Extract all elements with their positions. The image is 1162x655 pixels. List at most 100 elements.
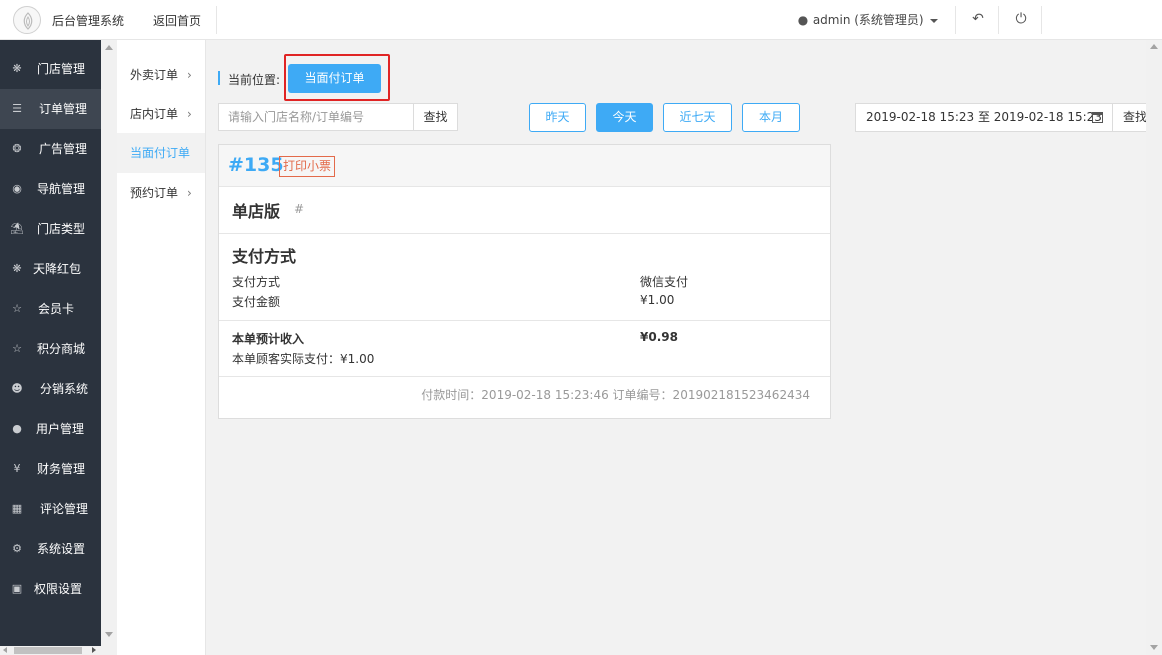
bank-icon: ⛱	[10, 222, 24, 235]
sidebar-item-orders[interactable]: ☰ 订单管理	[0, 89, 101, 129]
stores-icon: ❋	[12, 62, 22, 75]
user-menu[interactable]: ● admin (系统管理员)	[797, 11, 939, 28]
chevron-right-icon: ›	[187, 186, 192, 200]
print-receipt-button[interactable]: 打印小票	[279, 156, 336, 177]
users-icon: ☻	[11, 382, 23, 395]
scroll-left-icon[interactable]	[3, 647, 7, 653]
star-icon: ☆	[12, 342, 22, 355]
sidebar-item-label: 门店类型	[37, 222, 86, 236]
sidebar-item-label: 评论管理	[40, 502, 89, 516]
divider	[219, 376, 830, 377]
calendar-icon	[1092, 112, 1103, 123]
order-card: #135 打印小票 单店版 # 支付方式 支付方式 微信支付 支付金额 ¥1.0…	[218, 144, 831, 419]
expected-income-value: ¥0.98	[640, 330, 678, 344]
customer-paid-text: 本单顾客实际支付：¥1.00	[232, 352, 375, 366]
divider	[219, 320, 830, 321]
sidebar-scrollbar[interactable]	[101, 40, 117, 655]
sidebar-item-settings[interactable]: ⚙ 系统设置	[0, 529, 101, 569]
scroll-up-icon[interactable]	[1150, 44, 1158, 49]
subnav-item-label: 店内订单	[130, 107, 179, 121]
date-range-picker[interactable]: 2019-02-18 15:23 至 2019-02-18 15:23	[855, 103, 1113, 132]
subnav-item-takeout[interactable]: 外卖订单 ›	[117, 55, 205, 95]
filter-this-month-button[interactable]: 本月	[742, 103, 800, 132]
breadcrumb-label: 当前位置:	[228, 73, 281, 87]
filter-yesterday-button[interactable]: 昨天	[529, 103, 586, 132]
logo-icon	[13, 6, 41, 34]
subnav-item-face-pay[interactable]: 当面付订单	[117, 133, 205, 173]
home-link[interactable]: 返回首页	[153, 12, 201, 29]
divider	[219, 186, 830, 187]
sidebar-item-permissions[interactable]: ▣ 权限设置	[0, 569, 101, 609]
sidebar-item-navigation[interactable]: ◉ 导航管理	[0, 169, 101, 209]
star-icon: ☆	[12, 302, 22, 315]
filter-today-button[interactable]: 今天	[596, 103, 653, 132]
expected-income-label: 本单预计收入	[232, 332, 305, 346]
cubes-icon: ❋	[12, 262, 22, 275]
chevron-right-icon: ›	[187, 107, 192, 121]
sidebar-item-store-types[interactable]: ⛱ 门店类型	[0, 209, 101, 249]
search-button[interactable]: 查找	[413, 103, 458, 131]
subnav-item-label: 预约订单	[130, 186, 179, 200]
topbar-divider	[216, 6, 217, 34]
sidebar-item-stores[interactable]: ❋ 门店管理	[0, 49, 101, 89]
sidebar-item-label: 广告管理	[39, 142, 88, 156]
breadcrumb-marker	[218, 71, 220, 85]
payment-method-label: 支付方式	[232, 275, 281, 289]
sidebar-item-distribution[interactable]: ☻ 分销系统	[0, 369, 101, 409]
sidebar-item-red-packets[interactable]: ❋ 天降红包	[0, 249, 101, 289]
sidebar-item-points-mall[interactable]: ☆ 积分商城	[0, 329, 101, 369]
payment-amount-value: ¥1.00	[640, 293, 675, 307]
subnav-item-dine-in[interactable]: 店内订单 ›	[117, 94, 205, 134]
scroll-up-icon[interactable]	[105, 45, 113, 50]
subnav-item-label: 当面付订单	[130, 146, 191, 160]
scroll-down-icon[interactable]	[105, 632, 113, 637]
user-icon: ●	[797, 13, 809, 27]
main-content: 当前位置: 当面付订单 查找 昨天 今天 近七天 本月 2019-02-18 1…	[206, 40, 1152, 655]
lifebuoy-icon: ❂	[12, 142, 22, 155]
sidebar-item-ads[interactable]: ❂ 广告管理	[0, 129, 101, 169]
sidebar-item-label: 积分商城	[37, 342, 86, 356]
topbar-divider	[998, 6, 999, 34]
chevron-right-icon: ›	[187, 68, 192, 82]
sidebar-item-users[interactable]: ● 用户管理	[0, 409, 101, 449]
sidebar-item-label: 天降红包	[33, 262, 82, 276]
scrollbar-thumb[interactable]	[14, 647, 82, 654]
chevron-down-icon	[930, 18, 939, 23]
page-scrollbar[interactable]	[1146, 40, 1162, 655]
sidebar-item-label: 导航管理	[37, 182, 86, 196]
sidebar-item-label: 系统设置	[37, 542, 86, 556]
sidebar-item-comments[interactable]: ▦ 评论管理	[0, 489, 101, 529]
sidebar-item-label: 用户管理	[36, 422, 85, 436]
power-icon[interactable]: ⏻	[1012, 10, 1030, 28]
store-hash: #	[294, 202, 305, 216]
sidebar-item-member-card[interactable]: ☆ 会员卡	[0, 289, 101, 329]
sidebar: ❋ 门店管理 ☰ 订单管理 ❂ 广告管理 ◉ 导航管理 ⛱ 门店类型 ❋ 天降红…	[0, 40, 101, 655]
topbar-divider	[955, 6, 956, 34]
subnav-item-reservation[interactable]: 预约订单 ›	[117, 173, 205, 213]
sidebar-item-label: 分销系统	[40, 382, 89, 396]
payment-amount-label: 支付金额	[232, 295, 281, 309]
top-bar: 后台管理系统 返回首页 ● admin (系统管理员) ↶ ⏻	[0, 0, 1162, 40]
topbar-divider	[1041, 6, 1042, 34]
user-label: admin (系统管理员)	[812, 13, 924, 27]
lock-icon: ▣	[11, 582, 23, 595]
sidebar-item-finance[interactable]: ¥ 财务管理	[0, 449, 101, 489]
money-icon: ▦	[11, 502, 23, 515]
payment-method-value: 微信支付	[640, 275, 689, 289]
order-card-header: #135 打印小票	[219, 145, 830, 186]
compass-icon: ◉	[12, 182, 22, 195]
search-input[interactable]	[218, 103, 414, 131]
yen-icon: ¥	[13, 462, 21, 475]
scroll-down-icon[interactable]	[1150, 645, 1158, 650]
filter-last-seven-days-button[interactable]: 近七天	[663, 103, 732, 132]
payment-section-title: 支付方式	[232, 247, 297, 266]
app-title: 后台管理系统	[52, 14, 125, 28]
sidebar-item-label: 门店管理	[37, 62, 86, 76]
list-icon: ☰	[12, 102, 22, 115]
scroll-right-icon[interactable]	[92, 647, 96, 653]
back-icon[interactable]: ↶	[969, 10, 987, 28]
sidebar-item-label: 订单管理	[39, 102, 88, 116]
breadcrumb-current-button[interactable]: 当面付订单	[288, 64, 381, 93]
order-subnav: 外卖订单 › 店内订单 › 当面付订单 预约订单 ›	[117, 40, 206, 655]
sidebar-horizontal-scrollbar[interactable]	[0, 646, 101, 655]
